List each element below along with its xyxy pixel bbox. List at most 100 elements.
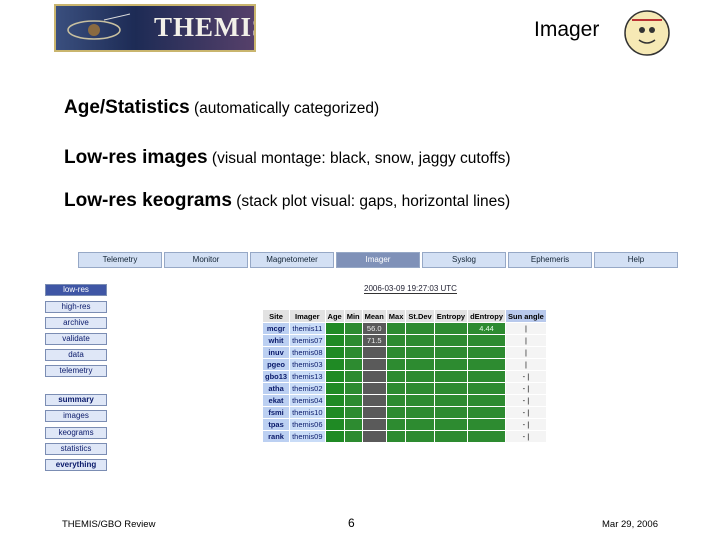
age-cell bbox=[325, 359, 344, 370]
sidebar-item-images[interactable]: images bbox=[45, 410, 107, 422]
stdev-cell bbox=[406, 359, 434, 370]
bullet-low-res-images: Low-res images (visual montage: black, s… bbox=[64, 147, 511, 169]
logo-text: THEMIS bbox=[154, 12, 254, 42]
dentropy-cell bbox=[468, 335, 505, 346]
sun-angle-cell: | bbox=[506, 335, 546, 346]
footer-date: Mar 29, 2006 bbox=[602, 519, 658, 530]
site-link[interactable]: pgeo bbox=[263, 359, 290, 370]
dentropy-cell bbox=[468, 407, 505, 418]
imager-link[interactable]: themis03 bbox=[290, 359, 325, 370]
entropy-cell bbox=[434, 359, 468, 370]
site-link[interactable]: inuv bbox=[263, 347, 290, 358]
min-cell bbox=[344, 419, 362, 430]
dentropy-cell bbox=[468, 347, 505, 358]
table-row: inuv themis08 | bbox=[263, 347, 546, 358]
entropy-cell bbox=[434, 419, 468, 430]
entropy-cell bbox=[434, 335, 468, 346]
sun-angle-cell: | bbox=[506, 359, 546, 370]
sidebar-item-data[interactable]: data bbox=[45, 349, 107, 361]
max-cell bbox=[386, 335, 406, 346]
stdev-cell bbox=[406, 407, 434, 418]
sun-angle-cell: - | bbox=[506, 395, 546, 406]
tab-imager[interactable]: Imager bbox=[336, 252, 420, 268]
imager-link[interactable]: themis13 bbox=[290, 371, 325, 382]
min-cell bbox=[344, 395, 362, 406]
sidebar-item-high-res[interactable]: high-res bbox=[45, 301, 107, 313]
imager-link[interactable]: themis04 bbox=[290, 395, 325, 406]
bullet-rest: (stack plot visual: gaps, horizontal lin… bbox=[231, 193, 511, 210]
site-link[interactable]: mcgr bbox=[263, 323, 290, 334]
sidebar-item-telemetry[interactable]: telemetry bbox=[45, 365, 107, 377]
tab-ephemeris[interactable]: Ephemeris bbox=[508, 252, 592, 268]
max-cell bbox=[386, 371, 406, 382]
sun-angle-cell: - | bbox=[506, 371, 546, 382]
min-cell bbox=[344, 359, 362, 370]
mean-cell bbox=[362, 407, 386, 418]
tab-monitor[interactable]: Monitor bbox=[164, 252, 248, 268]
entropy-cell bbox=[434, 395, 468, 406]
site-link[interactable]: atha bbox=[263, 383, 290, 394]
tab-syslog[interactable]: Syslog bbox=[422, 252, 506, 268]
entropy-cell bbox=[434, 323, 468, 334]
col-site: Site bbox=[263, 310, 290, 322]
site-link[interactable]: tpas bbox=[263, 419, 290, 430]
mean-cell: 56.0 bbox=[362, 323, 386, 334]
imager-link[interactable]: themis06 bbox=[290, 419, 325, 430]
sun-angle-cell: - | bbox=[506, 431, 546, 442]
sidebar-item-everything[interactable]: everything bbox=[45, 459, 107, 471]
imager-link[interactable]: themis08 bbox=[290, 347, 325, 358]
sidebar-item-keograms[interactable]: keograms bbox=[45, 427, 107, 439]
imager-link[interactable]: themis11 bbox=[290, 323, 325, 334]
bullet-rest: (automatically categorized) bbox=[189, 100, 380, 117]
min-cell bbox=[344, 323, 362, 334]
site-link[interactable]: gbo13 bbox=[263, 371, 290, 382]
footer-left: THEMIS/GBO Review bbox=[62, 519, 156, 530]
min-cell bbox=[344, 347, 362, 358]
bullet-bold: Low-res keograms bbox=[64, 190, 232, 211]
age-cell bbox=[325, 383, 344, 394]
col-max: Max bbox=[386, 310, 406, 322]
col-mean: Mean bbox=[362, 310, 386, 322]
max-cell bbox=[386, 323, 406, 334]
imager-link[interactable]: themis02 bbox=[290, 383, 325, 394]
sun-angle-cell: - | bbox=[506, 407, 546, 418]
sidebar-item-archive[interactable]: archive bbox=[45, 317, 107, 329]
entropy-cell bbox=[434, 347, 468, 358]
web-app-screenshot: Telemetry Monitor Magnetometer Imager Sy… bbox=[40, 252, 680, 472]
max-cell bbox=[386, 383, 406, 394]
min-cell bbox=[344, 335, 362, 346]
age-cell bbox=[325, 395, 344, 406]
sun-angle-cell: | bbox=[506, 323, 546, 334]
bullet-bold: Age/Statistics bbox=[64, 97, 190, 118]
min-cell bbox=[344, 431, 362, 442]
themis-logo: THEMIS bbox=[54, 4, 256, 52]
tab-telemetry[interactable]: Telemetry bbox=[78, 252, 162, 268]
sidebar-item-low-res[interactable]: low-res bbox=[45, 284, 107, 296]
stdev-cell bbox=[406, 347, 434, 358]
age-cell bbox=[325, 323, 344, 334]
entropy-cell bbox=[434, 383, 468, 394]
site-link[interactable]: fsmi bbox=[263, 407, 290, 418]
col-imager: Imager bbox=[290, 310, 325, 322]
imager-link[interactable]: themis10 bbox=[290, 407, 325, 418]
mean-cell bbox=[362, 383, 386, 394]
tab-help[interactable]: Help bbox=[594, 252, 678, 268]
stdev-cell bbox=[406, 383, 434, 394]
entropy-cell bbox=[434, 431, 468, 442]
imager-link[interactable]: themis09 bbox=[290, 431, 325, 442]
stdev-cell bbox=[406, 323, 434, 334]
themis-mascot-icon bbox=[624, 10, 670, 56]
bullet-low-res-keograms: Low-res keograms (stack plot visual: gap… bbox=[64, 190, 510, 212]
tab-magnetometer[interactable]: Magnetometer bbox=[250, 252, 334, 268]
entropy-cell bbox=[434, 371, 468, 382]
sidebar-item-statistics[interactable]: statistics bbox=[45, 443, 107, 455]
dentropy-cell bbox=[468, 395, 505, 406]
imager-link[interactable]: themis07 bbox=[290, 335, 325, 346]
site-link[interactable]: ekat bbox=[263, 395, 290, 406]
sidebar-item-summary[interactable]: summary bbox=[45, 394, 107, 406]
site-link[interactable]: whit bbox=[263, 335, 290, 346]
site-link[interactable]: rank bbox=[263, 431, 290, 442]
sidebar-item-validate[interactable]: validate bbox=[45, 333, 107, 345]
stdev-cell bbox=[406, 335, 434, 346]
table-row: ekat themis04 - | bbox=[263, 395, 546, 406]
